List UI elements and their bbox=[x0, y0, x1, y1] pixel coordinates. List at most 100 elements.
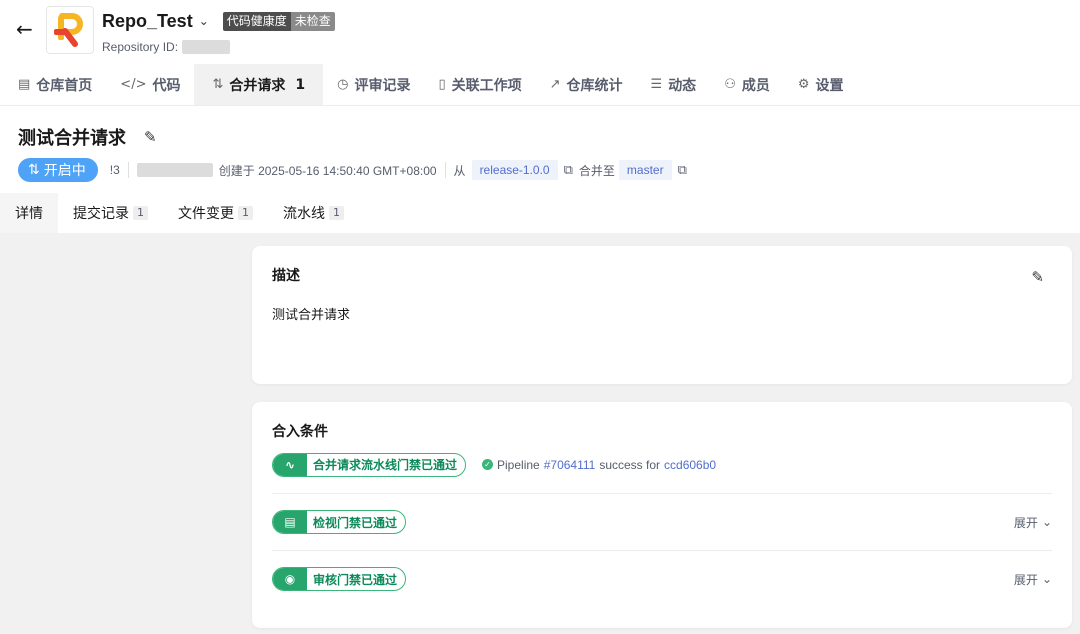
pipeline-prefix: Pipeline bbox=[497, 457, 540, 472]
merge-to-label: 合并至 bbox=[578, 163, 615, 178]
source-branch[interactable]: release-1.0.0 bbox=[471, 160, 558, 180]
nav-item-work-items[interactable]: ▯ 关联工作项 bbox=[424, 64, 535, 105]
nav-label: 成员 bbox=[741, 77, 770, 94]
tab-count: 1 bbox=[133, 206, 148, 220]
description-body: 测试合并请求 bbox=[272, 308, 351, 323]
author-redacted bbox=[136, 163, 213, 177]
document-icon: ▯ bbox=[438, 77, 446, 92]
nav-label: 代码 bbox=[152, 77, 181, 94]
nav-item-home[interactable]: ▤ 仓库首页 bbox=[4, 64, 106, 105]
gate-label: 合并请求流水线门禁已通过 bbox=[313, 458, 458, 472]
repo-header: ← Repo_Test ⌄ 代码健康度 未检查 Repository ID: bbox=[0, 0, 1080, 64]
edit-description-pencil-icon[interactable]: ✎ bbox=[1031, 268, 1044, 286]
pipeline-link[interactable]: #7064111 bbox=[544, 458, 596, 472]
gate-label: 审核门禁已通过 bbox=[313, 572, 398, 587]
nav-label: 合并请求 bbox=[229, 77, 286, 94]
nav-item-merge-requests[interactable]: ⇅ 合并请求 1 bbox=[194, 64, 324, 105]
condition-row-approve: ◉ 审核门禁已通过 展开 ⌄ bbox=[272, 550, 1052, 607]
merge-request-icon: ⇅ bbox=[28, 162, 40, 178]
page-title: 测试合并请求 bbox=[18, 128, 126, 149]
merge-request-icon: ⇅ bbox=[212, 77, 224, 92]
check-circle-icon: ✓ bbox=[482, 459, 494, 470]
chart-icon: ↗ bbox=[549, 77, 561, 92]
nav-item-reviews[interactable]: ◷ 评审记录 bbox=[323, 64, 424, 105]
tab-count: 1 bbox=[238, 206, 253, 220]
tab-label: 详情 bbox=[15, 206, 43, 222]
expand-review-button[interactable]: 展开 ⌄ bbox=[1014, 514, 1052, 531]
pipeline-icon: ∿ bbox=[273, 453, 307, 476]
condition-row-review: ▤ 检视门禁已通过 展开 ⌄ bbox=[272, 493, 1052, 550]
chevron-down-icon[interactable]: ⌄ bbox=[199, 14, 209, 28]
nav-item-members[interactable]: ⚇ 成员 bbox=[710, 64, 784, 105]
repo-name[interactable]: Repo_Test bbox=[102, 11, 193, 32]
chevron-down-icon: ⌄ bbox=[1041, 572, 1052, 586]
nav-label: 设置 bbox=[815, 77, 844, 94]
pipeline-status: ✓ Pipeline #7064111 success for ccd606b0 bbox=[482, 458, 716, 472]
pipeline-gate-badge[interactable]: ∿ 合并请求流水线门禁已通过 bbox=[272, 452, 467, 477]
repo-id: Repository ID: bbox=[102, 40, 231, 54]
file-icon: ▤ bbox=[18, 77, 31, 92]
status-label: 开启中 bbox=[43, 163, 86, 179]
repo-id-redacted bbox=[182, 40, 231, 54]
divider bbox=[127, 162, 129, 178]
health-status: 未检查 bbox=[290, 11, 335, 31]
tab-label: 文件变更 bbox=[178, 206, 234, 222]
mr-subtabs: 详情 提交记录 1 文件变更 1 流水线 1 bbox=[0, 193, 359, 233]
arrow-left-icon[interactable]: ← bbox=[16, 18, 36, 40]
gear-icon: ⚙ bbox=[797, 77, 810, 92]
list-icon: ☰ bbox=[650, 77, 663, 92]
repo-logo-icon bbox=[54, 13, 83, 47]
expand-label: 展开 bbox=[1013, 572, 1038, 587]
chevron-down-icon: ⌄ bbox=[1041, 515, 1052, 529]
nav-item-stats[interactable]: ↗ 仓库统计 bbox=[536, 64, 637, 105]
health-label: 代码健康度 bbox=[222, 11, 291, 31]
nav-item-settings[interactable]: ⚙ 设置 bbox=[784, 64, 858, 105]
review-icon: ◷ bbox=[337, 77, 349, 92]
nav-count: 1 bbox=[295, 76, 306, 93]
mr-meta: ⇅ 开启中 !3 创建于 2025-05-16 14:50:40 GMT+08:… bbox=[18, 158, 693, 182]
nav-label: 仓库统计 bbox=[566, 77, 623, 94]
condition-row-pipeline: ∿ 合并请求流水线门禁已通过 ✓ Pipeline #7064111 succe… bbox=[272, 436, 1052, 493]
description-card: 描述 ✎ 测试合并请求 bbox=[252, 246, 1072, 384]
nav-label: 仓库首页 bbox=[36, 77, 93, 94]
commit-link[interactable]: ccd606b0 bbox=[664, 458, 716, 472]
nav-item-code[interactable]: </> 代码 bbox=[106, 64, 194, 105]
expand-approve-button[interactable]: 展开 ⌄ bbox=[1014, 571, 1052, 588]
tab-commits[interactable]: 提交记录 1 bbox=[58, 193, 163, 233]
tab-label: 提交记录 bbox=[73, 206, 129, 222]
pipeline-mid: success for bbox=[599, 457, 661, 472]
repo-nav: ▤ 仓库首页 </> 代码 ⇅ 合并请求 1 ◷ 评审记录 ▯ 关联工作项 ↗ … bbox=[0, 64, 1080, 106]
approve-gate-badge[interactable]: ◉ 审核门禁已通过 bbox=[272, 567, 407, 591]
created-time: 创建于 2025-05-16 14:50:40 GMT+08:00 bbox=[218, 163, 437, 178]
description-title: 描述 bbox=[272, 268, 300, 284]
health-badge[interactable]: 代码健康度 未检查 bbox=[222, 11, 335, 31]
content-area: 描述 ✎ 测试合并请求 合入条件 ∿ 合并请求流水线门禁已通过 ✓ Pipeli… bbox=[0, 233, 1080, 634]
divider bbox=[444, 162, 446, 178]
mr-iid: !3 bbox=[109, 163, 120, 177]
copy-icon[interactable]: ⧉ bbox=[564, 162, 573, 178]
status-badge: ⇅ 开启中 bbox=[18, 158, 98, 182]
from-label: 从 bbox=[453, 163, 466, 178]
tab-pipelines[interactable]: 流水线 1 bbox=[268, 193, 359, 233]
nav-label: 评审记录 bbox=[354, 77, 411, 94]
tab-count: 1 bbox=[329, 206, 344, 220]
merge-conditions-card: 合入条件 ∿ 合并请求流水线门禁已通过 ✓ Pipeline #7064111 … bbox=[252, 402, 1072, 628]
tab-label: 流水线 bbox=[283, 206, 325, 222]
gate-label: 检视门禁已通过 bbox=[313, 515, 398, 530]
tab-details[interactable]: 详情 bbox=[0, 193, 58, 233]
expand-label: 展开 bbox=[1013, 515, 1038, 530]
repo-id-label: Repository ID: bbox=[102, 40, 179, 54]
review-doc-icon: ▤ bbox=[273, 511, 307, 533]
target-branch[interactable]: master bbox=[618, 160, 672, 180]
nav-item-activity[interactable]: ☰ 动态 bbox=[637, 64, 711, 105]
nav-label: 动态 bbox=[668, 77, 697, 94]
repo-logo bbox=[46, 6, 94, 54]
nav-label: 关联工作项 bbox=[451, 77, 522, 94]
approver-icon: ◉ bbox=[273, 568, 307, 590]
review-gate-badge[interactable]: ▤ 检视门禁已通过 bbox=[272, 510, 407, 534]
edit-title-pencil-icon[interactable]: ✎ bbox=[144, 128, 157, 146]
tab-file-changes[interactable]: 文件变更 1 bbox=[163, 193, 268, 233]
user-icon: ⚇ bbox=[724, 77, 736, 92]
copy-icon[interactable]: ⧉ bbox=[678, 162, 687, 178]
code-icon: </> bbox=[120, 77, 147, 92]
